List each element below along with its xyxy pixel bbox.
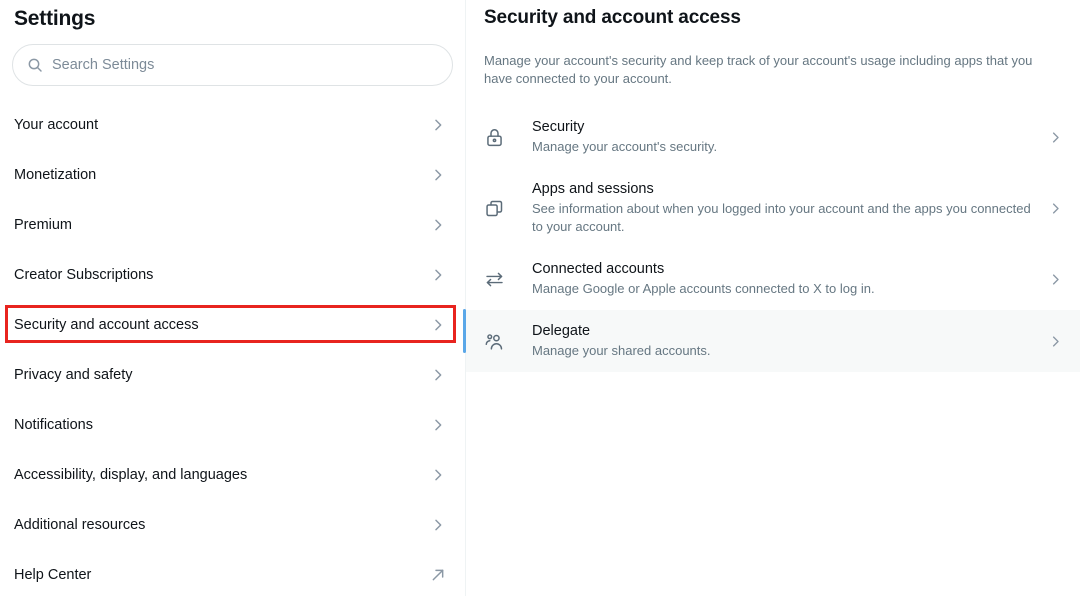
exchange-arrows-icon [484, 269, 518, 290]
settings-row-subtitle: Manage Google or Apple accounts connecte… [532, 280, 1032, 298]
settings-options-list: Security Manage your account's security.… [466, 106, 1080, 372]
stacked-windows-icon [484, 198, 518, 219]
settings-row-subtitle: Manage your account's security. [532, 138, 1032, 156]
sidebar-item-privacy-and-safety[interactable]: Privacy and safety [0, 350, 465, 400]
chevron-right-icon [429, 416, 447, 434]
settings-row-title: Connected accounts [532, 260, 1032, 279]
settings-row-apps-and-sessions[interactable]: Apps and sessions See information about … [466, 168, 1080, 248]
chevron-right-icon [1046, 332, 1064, 350]
settings-row-title: Security [532, 118, 1032, 137]
settings-row-subtitle: See information about when you logged in… [532, 200, 1032, 236]
sidebar-item-your-account[interactable]: Your account [0, 100, 465, 150]
main-panel: Security and account access Manage your … [466, 0, 1080, 596]
chevron-right-icon [429, 516, 447, 534]
sidebar-item-monetization[interactable]: Monetization [0, 150, 465, 200]
page-title: Settings [0, 0, 465, 32]
sidebar-item-label: Creator Subscriptions [14, 265, 429, 285]
sidebar-item-label: Your account [14, 115, 429, 135]
main-panel-description: Manage your account's security and keep … [484, 52, 1062, 88]
chevron-right-icon [429, 266, 447, 284]
sidebar-item-additional-resources[interactable]: Additional resources [0, 500, 465, 550]
settings-row-security[interactable]: Security Manage your account's security. [466, 106, 1080, 168]
sidebar-item-label: Monetization [14, 165, 429, 185]
sidebar-item-premium[interactable]: Premium [0, 200, 465, 250]
settings-sidebar: Settings Your account Mone [0, 0, 466, 596]
chevron-right-icon [429, 216, 447, 234]
search-container [0, 32, 465, 86]
chevron-right-icon [1046, 270, 1064, 288]
chevron-right-icon [429, 466, 447, 484]
sidebar-item-label: Additional resources [14, 515, 429, 535]
main-panel-title: Security and account access [484, 6, 1062, 30]
search-icon [27, 57, 43, 73]
sidebar-item-label: Accessibility, display, and languages [14, 465, 429, 485]
settings-row-title: Delegate [532, 322, 1032, 341]
sidebar-item-label: Premium [14, 215, 429, 235]
settings-row-text: Apps and sessions See information about … [532, 180, 1046, 236]
lock-icon [484, 127, 518, 148]
search-box[interactable] [12, 44, 453, 86]
settings-row-connected-accounts[interactable]: Connected accounts Manage Google or Appl… [466, 248, 1080, 310]
sidebar-item-accessibility-display-and-languages[interactable]: Accessibility, display, and languages [0, 450, 465, 500]
sidebar-item-label: Help Center [14, 565, 429, 585]
settings-screen: Settings Your account Mone [0, 0, 1080, 596]
chevron-right-icon [429, 366, 447, 384]
chevron-right-icon [429, 166, 447, 184]
sidebar-item-creator-subscriptions[interactable]: Creator Subscriptions [0, 250, 465, 300]
sidebar-item-label: Notifications [14, 415, 429, 435]
settings-row-text: Connected accounts Manage Google or Appl… [532, 260, 1046, 298]
chevron-right-icon [429, 116, 447, 134]
settings-row-delegate[interactable]: Delegate Manage your shared accounts. [466, 310, 1080, 372]
chevron-right-icon [1046, 199, 1064, 217]
chevron-right-icon [1046, 128, 1064, 146]
external-link-icon [429, 566, 447, 584]
settings-row-subtitle: Manage your shared accounts. [532, 342, 1032, 360]
settings-row-title: Apps and sessions [532, 180, 1032, 199]
sidebar-item-label: Security and account access [14, 315, 429, 335]
settings-row-text: Security Manage your account's security. [532, 118, 1046, 156]
sidebar-item-label: Privacy and safety [14, 365, 429, 385]
sidebar-nav: Your account Monetization Premium Creato… [0, 100, 465, 596]
people-group-icon [484, 331, 518, 352]
search-input[interactable] [52, 57, 438, 73]
sidebar-item-security-and-account-access[interactable]: Security and account access [0, 300, 465, 350]
sidebar-item-help-center[interactable]: Help Center [0, 550, 465, 596]
settings-row-text: Delegate Manage your shared accounts. [532, 322, 1046, 360]
chevron-right-icon [429, 316, 447, 334]
main-header: Security and account access Manage your … [466, 0, 1080, 88]
sidebar-item-notifications[interactable]: Notifications [0, 400, 465, 450]
